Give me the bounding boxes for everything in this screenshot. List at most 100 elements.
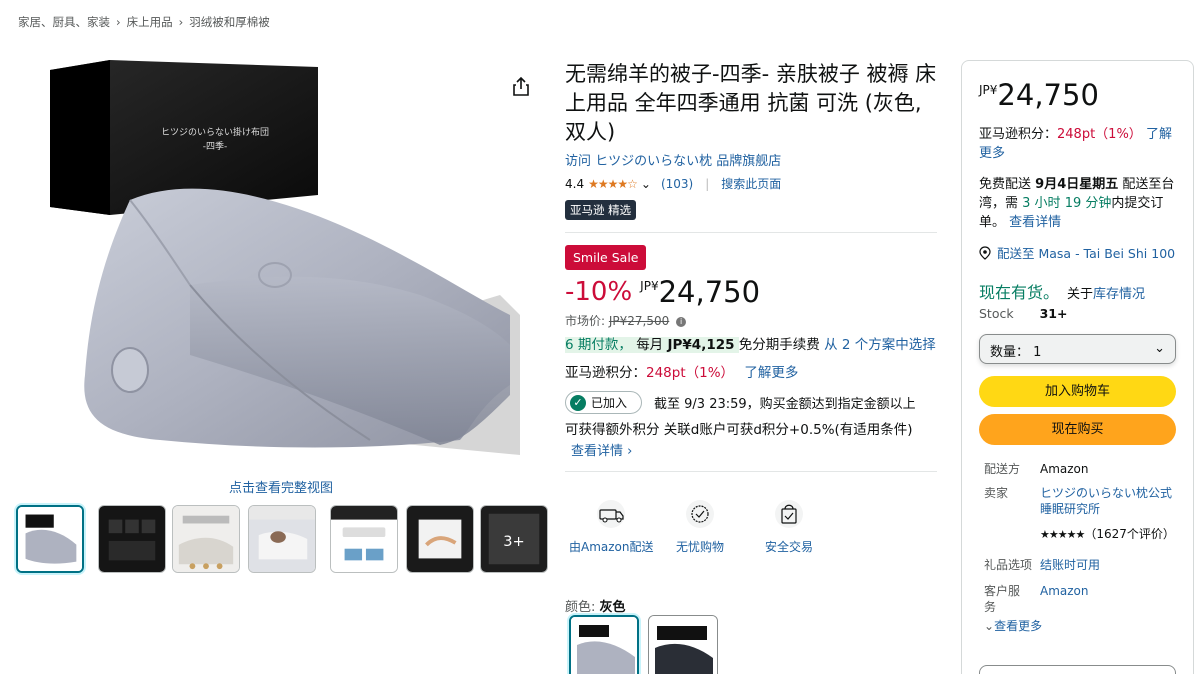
chevron-down-icon[interactable]: ⌄ <box>641 177 651 191</box>
feature-icons: 由Amazon配送 无忧购物 安全交易 <box>565 500 865 560</box>
gift-label: 礼品选项 <box>984 558 1033 572</box>
quantity-label: 数量： <box>990 345 1030 360</box>
star-rating-icon[interactable]: ★★★★☆ <box>588 177 638 191</box>
seller-star-icon: ★★★★★ <box>1040 528 1085 541</box>
buybox-points-label: 亚马逊积分： <box>979 127 1058 142</box>
stock-label: Stock <box>979 306 1014 321</box>
secure-bag-icon <box>775 500 803 528</box>
installment-plans-link[interactable]: 从 2 个方案中选择 <box>824 337 936 353</box>
buybox-price: JP¥ 24,750 <box>979 79 1099 111</box>
service-value-link[interactable]: Amazon <box>1040 583 1180 599</box>
seller-link[interactable]: ヒツジのいらない枕公式睡眠研究所 <box>1040 485 1180 517</box>
breadcrumb-item-bedding[interactable]: 床上用品 <box>127 15 173 29</box>
seller-rating[interactable]: ★★★★★（1627个评价） <box>1040 526 1180 543</box>
price-value: 24,750 <box>658 275 761 309</box>
more-details-link[interactable]: 查看详情 › <box>571 440 937 459</box>
main-product-image[interactable]: ヒツジのいらない掛け布団 -四季- <box>40 55 530 470</box>
stock-status-text: 现在有货。 <box>979 283 1060 302</box>
delivery-date: 9月4日星期五 <box>1035 177 1119 192</box>
divider <box>565 471 937 472</box>
thumbnail-more[interactable]: 3+ <box>480 505 548 573</box>
feature-secure[interactable]: 安全交易 <box>765 500 813 555</box>
list-price-value: JP¥27,500 <box>608 314 670 328</box>
quantity-select[interactable]: 数量： 1 ⌄ <box>979 334 1176 364</box>
thumbnail-5[interactable] <box>330 505 398 573</box>
campaign-deadline: 截至 9/3 23:59，购买金额达到指定金额以上 <box>654 397 916 412</box>
color-swatch-black[interactable] <box>648 615 718 674</box>
box-sub-text: -四季- <box>203 140 228 152</box>
installment-amount: JP¥4,125 <box>667 337 735 353</box>
product-title: 无需绵羊的被子-四季- 亲肤被子 被褥 床上用品 全年四季通用 抗菌 可洗 (灰… <box>565 62 937 144</box>
box-brand-text: ヒツジのいらない掛け布団 <box>161 126 269 138</box>
installment-fee: 免分期手续费 <box>738 337 820 353</box>
bonus-points-text: 可获得额外积分 关联d账户可获d积分+0.5%(有适用条件) <box>565 422 913 438</box>
points-learn-more-link[interactable]: 了解更多 <box>744 365 798 381</box>
see-more-toggle[interactable]: ⌄查看更多 <box>984 617 1042 634</box>
delivery-details-link[interactable]: 查看详情 <box>1009 215 1061 230</box>
info-icon[interactable]: i <box>676 316 687 327</box>
thumbnail-1[interactable] <box>16 505 84 573</box>
discount-percent: -10% <box>565 277 633 307</box>
delivery-location[interactable]: 配送至 Masa - Tai Bei Shi 100 <box>979 243 1175 262</box>
feature-worry-free[interactable]: 无忧购物 <box>676 500 724 555</box>
add-to-cart-button[interactable]: 加入购物车 <box>979 376 1176 407</box>
delivery-truck-icon <box>597 500 626 528</box>
campaign-row: ✓ 已加入 截至 9/3 23:59，购买金额达到指定金额以上 <box>565 391 937 414</box>
delivery-location-text: 配送至 Masa - Tai Bei Shi 100 <box>997 246 1176 261</box>
thumbnail-more-count: 3+ <box>503 533 524 550</box>
points-row: 亚马逊积分：248pt（1%） 了解更多 <box>565 361 937 381</box>
feature-amazon-delivery[interactable]: 由Amazon配送 <box>569 500 654 555</box>
see-more-label: 查看更多 <box>994 619 1043 633</box>
seller-review-count: （1627个评价） <box>1084 527 1175 541</box>
price-currency: JP¥ <box>640 279 659 293</box>
buybox-delivery: 免费配送 9月4日星期五 配送至台湾，需 3 小时 19 分钟内提交订单。 查看… <box>979 175 1181 232</box>
color-value: 灰色 <box>599 600 626 615</box>
feature-label: 由Amazon配送 <box>569 540 654 554</box>
thumbnail-2[interactable] <box>98 505 166 573</box>
buybox-currency: JP¥ <box>979 83 998 97</box>
breadcrumb-item-home[interactable]: 家居、厨具、家装 <box>18 15 110 29</box>
price-row: -10% JP¥ 24,750 <box>565 276 937 308</box>
add-to-list-button[interactable] <box>979 665 1176 674</box>
list-price: 市场价: JP¥27,500 i <box>565 312 937 329</box>
breadcrumb-item-quilts[interactable]: 羽绒被和厚棉被 <box>189 15 270 29</box>
color-label: 颜色: 灰色 <box>565 596 626 615</box>
stock-count: 31+ <box>1039 306 1068 321</box>
thumbnail-3[interactable] <box>172 505 240 573</box>
view-full-image-link[interactable]: 点击查看完整视图 <box>229 477 333 496</box>
smile-sale-badge: Smile Sale <box>565 245 647 270</box>
points-label: 亚马逊积分： <box>565 365 646 381</box>
stock-info-link[interactable]: 库存情况 <box>1093 287 1145 302</box>
thumbnail-6[interactable] <box>406 505 474 573</box>
stock-about: 关于 <box>1067 287 1094 302</box>
installment-info: 6 期付款， 每月 JP¥4,125 免分期手续费 从 2 个方案中选择 <box>565 335 937 355</box>
service-label: 客户服务 <box>984 584 1021 614</box>
brand-store-link[interactable]: 访问 ヒツジのいらない枕 品牌旗舰店 <box>565 150 937 169</box>
installment-count: 6 期付款， <box>565 337 632 353</box>
installment-monthly: 每月 <box>636 337 664 353</box>
rating-value: 4.4 <box>565 176 585 191</box>
buybox-points-value: 248pt（1%） <box>1057 127 1142 142</box>
feature-label: 无忧购物 <box>676 540 725 554</box>
check-icon: ✓ <box>570 394 586 411</box>
buybox-points: 亚马逊积分：248pt（1%） 了解更多 <box>979 125 1179 163</box>
quantity-value: 1 <box>1033 345 1042 360</box>
share-icon[interactable] <box>510 76 532 98</box>
delivery-time: 3 小时 19 分钟 <box>1022 196 1112 211</box>
joined-label: 已加入 <box>591 396 628 410</box>
buy-now-button[interactable]: 现在购买 <box>979 414 1176 445</box>
chevron-right-icon: › <box>178 15 184 29</box>
joined-pill[interactable]: ✓ 已加入 <box>565 391 643 414</box>
search-page-link[interactable]: 搜索此页面 <box>721 175 781 192</box>
location-pin-icon <box>979 245 991 260</box>
buybox-price-value: 24,750 <box>997 78 1099 112</box>
product-details: 无需绵羊的被子-四季- 亲肤被子 被褥 床上用品 全年四季通用 抗菌 可洗 (灰… <box>565 60 937 472</box>
color-swatch-gray[interactable] <box>569 615 639 674</box>
chevron-right-icon: › <box>116 15 121 29</box>
feature-label: 安全交易 <box>765 540 814 554</box>
ships-from-value: Amazon <box>1040 462 1089 476</box>
thumbnail-4[interactable] <box>248 505 316 573</box>
divider <box>565 232 937 233</box>
rating-count-link[interactable]: (103) <box>661 177 693 191</box>
gift-value-link[interactable]: 结账时可用 <box>1040 557 1180 573</box>
